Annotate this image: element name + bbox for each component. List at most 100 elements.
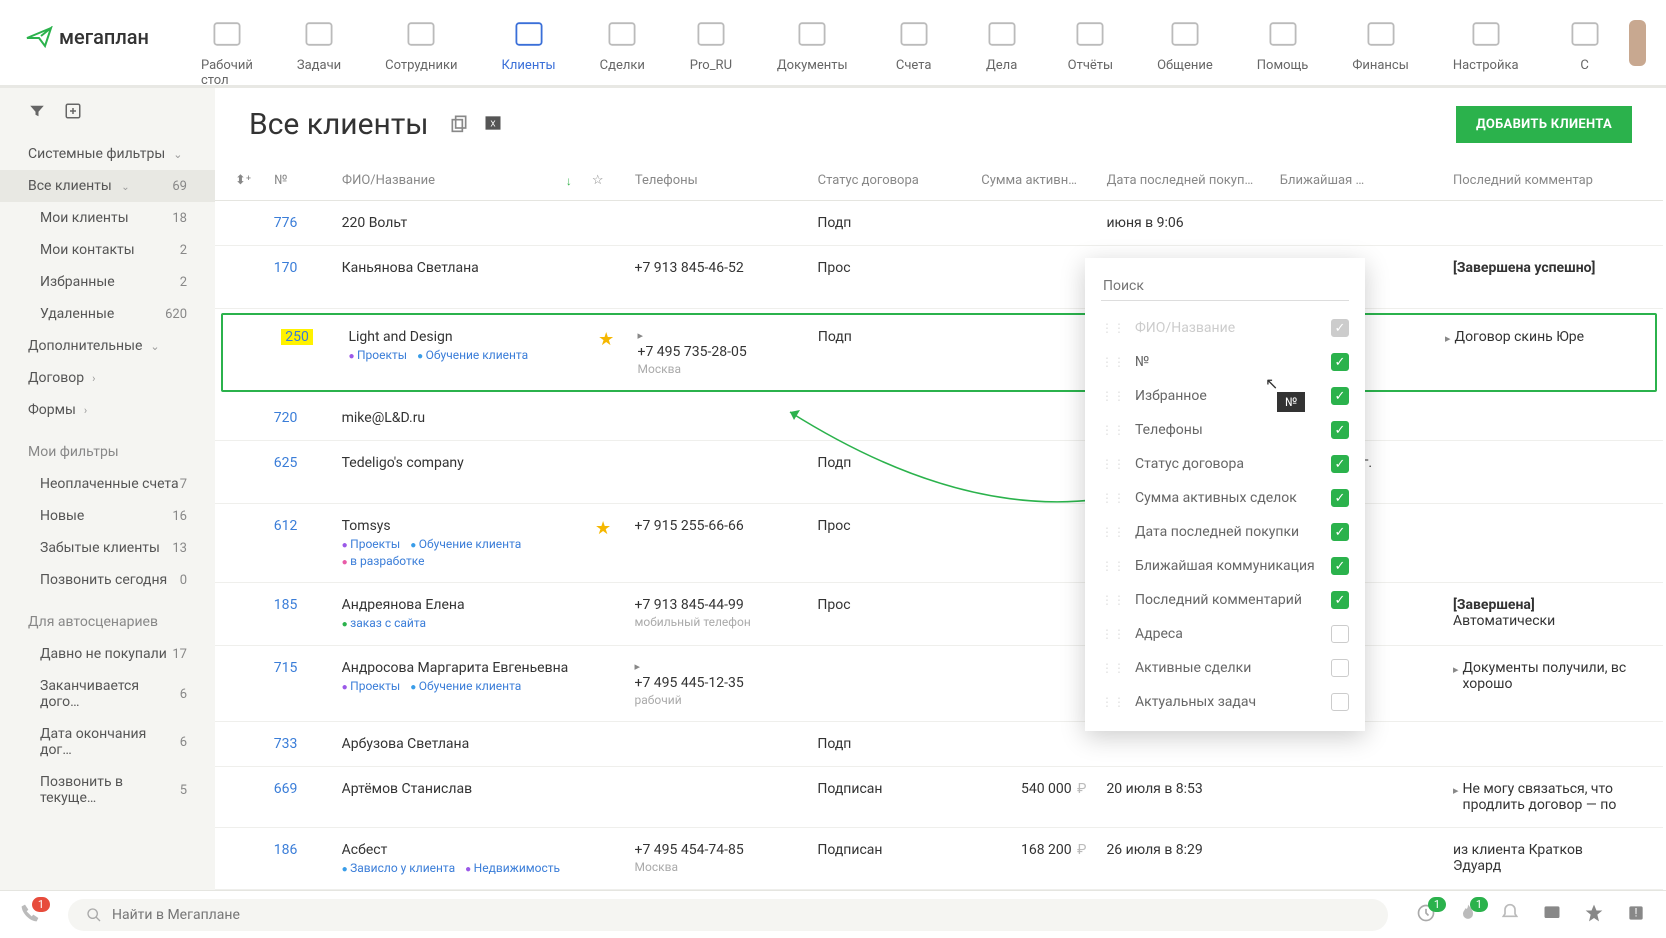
drag-handle-icon[interactable]: ⋮⋮ — [1101, 321, 1125, 335]
column-picker-item[interactable]: ⋮⋮Дата последней покупки✓ — [1085, 515, 1365, 549]
sidebar-additional[interactable]: Дополнительные⌄ — [0, 330, 215, 362]
drag-handle-icon[interactable]: ⋮⋮ — [1101, 661, 1125, 675]
column-picker-checkbox[interactable]: ✓ — [1331, 591, 1349, 609]
phone-expand-icon[interactable]: ▸ — [635, 660, 794, 673]
column-picker-checkbox[interactable] — [1331, 659, 1349, 677]
drag-handle-icon[interactable]: ⋮⋮ — [1101, 355, 1125, 369]
table-row[interactable]: 720 mike@L&D.ru — [215, 396, 1663, 441]
add-filter-icon[interactable] — [64, 102, 82, 124]
table-row[interactable]: 170 Каньянова Светлана +7 913 845-46-52 … — [215, 246, 1663, 309]
nav-item-13[interactable]: Настройка — [1431, 0, 1541, 96]
nav-item-8[interactable]: Дела — [958, 0, 1046, 96]
logo[interactable]: мегаплан — [0, 0, 179, 49]
col-actions[interactable]: ⬍⁺ — [215, 161, 264, 200]
column-picker-item[interactable]: ⋮⋮№✓ — [1085, 345, 1365, 379]
column-picker-item[interactable]: ⋮⋮Статус договора✓ — [1085, 447, 1365, 481]
table-row[interactable]: 250 Light and DesignПроектыОбучение клие… — [221, 313, 1657, 392]
nav-item-9[interactable]: Отчёты — [1046, 0, 1135, 96]
table-row[interactable]: 185 Андреянова Еленазаказ с сайта +7 913… — [215, 583, 1663, 646]
col-comm[interactable]: Ближайшая … — [1270, 161, 1443, 200]
sidebar-item[interactable]: Мои клиенты18 — [0, 202, 215, 234]
col-name[interactable]: ФИО/Название↓ — [332, 161, 582, 200]
chat-icon[interactable] — [1542, 903, 1562, 927]
column-picker-checkbox[interactable]: ✓ — [1331, 523, 1349, 541]
nav-item-7[interactable]: Счета — [870, 0, 958, 96]
filter-icon[interactable] — [28, 102, 46, 124]
drag-handle-icon[interactable]: ⋮⋮ — [1101, 525, 1125, 539]
column-picker-checkbox[interactable]: ✓ — [1331, 421, 1349, 439]
column-picker-item[interactable]: ⋮⋮Избранное✓ — [1085, 379, 1365, 413]
drag-handle-icon[interactable]: ⋮⋮ — [1101, 491, 1125, 505]
table-row[interactable]: 625 Tedeligo's company Подп 28 авг. 2018… — [215, 441, 1663, 504]
col-sum[interactable]: Сумма активн… — [971, 161, 1096, 200]
sidebar-item[interactable]: Неоплаченные счета7 — [0, 468, 215, 500]
col-star[interactable]: ☆ — [582, 161, 625, 200]
column-picker-item[interactable]: ⋮⋮Телефоны✓ — [1085, 413, 1365, 447]
nav-item-14[interactable]: С — [1541, 0, 1629, 96]
column-picker-checkbox[interactable]: ✓ — [1331, 489, 1349, 507]
sidebar-item[interactable]: Давно не покупали17 — [0, 638, 215, 670]
column-picker-item[interactable]: ⋮⋮Ближайшая коммуникация✓ — [1085, 549, 1365, 583]
column-picker-checkbox[interactable]: ✓ — [1331, 353, 1349, 371]
avatar[interactable] — [1629, 20, 1646, 66]
sidebar-item[interactable]: Избранные2 — [0, 266, 215, 298]
add-client-button[interactable]: ДОБАВИТЬ КЛИЕНТА — [1456, 106, 1632, 143]
column-picker-item[interactable]: ⋮⋮Адреса — [1085, 617, 1365, 651]
nav-item-6[interactable]: Документы — [755, 0, 870, 96]
star-icon[interactable]: ★ — [595, 518, 611, 539]
nav-item-11[interactable]: Помощь — [1235, 0, 1331, 96]
table-row[interactable]: 669 Артёмов Станислав Подписан 540 000 ₽… — [215, 767, 1663, 828]
table-row[interactable]: 186 АсбестЗависло у клиентаНедвижимость … — [215, 828, 1663, 890]
comment-expand-icon[interactable]: ▸ — [1445, 332, 1451, 345]
alert-icon[interactable]: ! — [1626, 903, 1646, 927]
sidebar-item[interactable]: Дата окончания дог…6 — [0, 718, 215, 766]
col-comment[interactable]: Последний комментар — [1443, 161, 1663, 200]
drag-handle-icon[interactable]: ⋮⋮ — [1101, 695, 1125, 709]
column-picker-checkbox[interactable]: ✓ — [1331, 387, 1349, 405]
footer-search-input[interactable] — [112, 907, 1370, 923]
drag-handle-icon[interactable]: ⋮⋮ — [1101, 423, 1125, 437]
flame-icon[interactable]: 1 — [1458, 903, 1478, 927]
drag-handle-icon[interactable]: ⋮⋮ — [1101, 457, 1125, 471]
table-row[interactable]: 733 Арбузова Светлана Подп — [215, 722, 1663, 767]
col-date[interactable]: Дата последней покуп… — [1097, 161, 1270, 200]
nav-item-0[interactable]: Рабочий стол — [179, 0, 275, 96]
drag-handle-icon[interactable]: ⋮⋮ — [1101, 559, 1125, 573]
column-picker-item[interactable]: ⋮⋮ФИО/Название✓ — [1085, 311, 1365, 345]
sidebar-item[interactable]: Позвонить сегодня0 — [0, 564, 215, 596]
sidebar-contract[interactable]: Договор› — [0, 362, 215, 394]
column-picker-item[interactable]: ⋮⋮Активные сделки — [1085, 651, 1365, 685]
table-row[interactable]: 776 220 Вольт Подп июня в 9:06 — [215, 201, 1663, 246]
column-picker-checkbox[interactable] — [1331, 693, 1349, 711]
drag-handle-icon[interactable]: ⋮⋮ — [1101, 389, 1125, 403]
sidebar-item[interactable]: Все клиенты ⌄69 — [0, 170, 215, 202]
sidebar-item[interactable]: Удаленные620 — [0, 298, 215, 330]
nav-item-4[interactable]: Сделки — [578, 0, 667, 96]
col-status[interactable]: Статус договора — [808, 161, 972, 200]
nav-item-2[interactable]: Сотрудники — [363, 0, 479, 96]
column-picker-checkbox[interactable]: ✓ — [1331, 319, 1349, 337]
bell-icon[interactable] — [1500, 903, 1520, 927]
excel-icon[interactable]: X — [483, 113, 503, 137]
col-num[interactable]: № — [264, 161, 332, 200]
nav-item-5[interactable]: Pro_RU — [667, 0, 755, 96]
phone-expand-icon[interactable]: ▸ — [638, 329, 794, 342]
copy-icon[interactable] — [449, 113, 469, 137]
drag-handle-icon[interactable]: ⋮⋮ — [1101, 627, 1125, 641]
table-row[interactable]: 612 TomsysПроектыОбучение клиентав разра… — [215, 504, 1663, 583]
drag-handle-icon[interactable]: ⋮⋮ — [1101, 593, 1125, 607]
clock-icon[interactable]: 1 — [1416, 903, 1436, 927]
column-picker-checkbox[interactable]: ✓ — [1331, 557, 1349, 575]
star-icon[interactable] — [1584, 903, 1604, 927]
sidebar-forms[interactable]: Формы› — [0, 394, 215, 426]
footer-search[interactable] — [68, 899, 1388, 931]
nav-item-10[interactable]: Общение — [1135, 0, 1235, 96]
sidebar-item[interactable]: Мои контакты2 — [0, 234, 215, 266]
phone-icon[interactable]: 1 — [20, 903, 40, 927]
sidebar-system-filters[interactable]: Системные фильтры⌄ — [0, 138, 215, 170]
sidebar-item[interactable]: Новые16 — [0, 500, 215, 532]
table-row[interactable]: 715 Андросова Маргарита ЕвгеньевнаПроект… — [215, 646, 1663, 722]
column-picker-search[interactable] — [1101, 272, 1349, 301]
column-picker-checkbox[interactable]: ✓ — [1331, 455, 1349, 473]
column-picker-item[interactable]: ⋮⋮Сумма активных сделок✓ — [1085, 481, 1365, 515]
